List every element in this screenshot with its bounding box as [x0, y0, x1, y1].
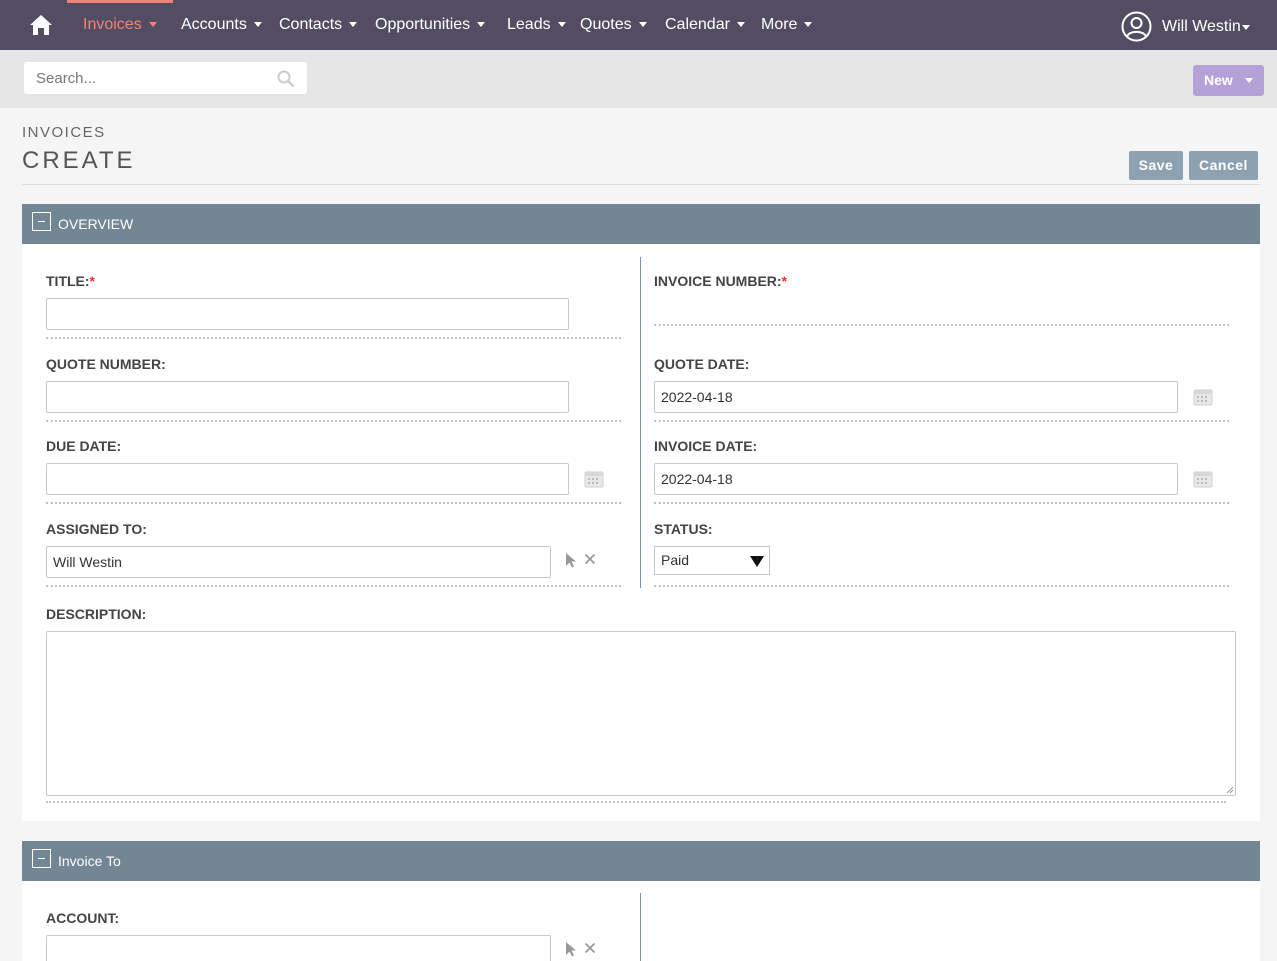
- user-name: Will Westin: [1162, 18, 1241, 35]
- invoice-to-panel-header[interactable]: Invoice To: [22, 841, 1260, 881]
- chevron-down-icon: [1245, 78, 1253, 83]
- assigned-to-label: ASSIGNED TO:: [46, 521, 147, 537]
- nav-item-quotes[interactable]: Quotes: [580, 0, 647, 50]
- top-navigation: Invoices Accounts Contacts Opportunities…: [0, 0, 1277, 50]
- chevron-down-icon: [349, 22, 358, 28]
- due-date-label: DUE DATE:: [46, 438, 122, 454]
- user-avatar-icon: [1121, 11, 1152, 42]
- calendar-icon[interactable]: [1193, 388, 1213, 406]
- chevron-down-icon: [736, 22, 745, 28]
- search-box: [24, 62, 307, 94]
- module-title: INVOICES: [22, 124, 106, 141]
- chevron-down-icon: [1242, 25, 1250, 30]
- status-label: STATUS:: [654, 521, 713, 537]
- field-separator: [654, 502, 1229, 504]
- field-separator: [46, 337, 621, 339]
- resize-grip-icon[interactable]: [1226, 786, 1234, 794]
- nav-item-leads[interactable]: Leads: [507, 0, 566, 50]
- title-divider: [22, 184, 1260, 185]
- page-title: CREATE: [22, 147, 136, 174]
- chevron-down-icon: [804, 22, 813, 28]
- overview-panel-header[interactable]: OVERVIEW: [22, 204, 1260, 244]
- description-textarea[interactable]: [46, 631, 1236, 796]
- new-button[interactable]: New: [1193, 65, 1264, 96]
- quote-number-input[interactable]: [46, 381, 569, 413]
- description-label: DESCRIPTION:: [46, 606, 147, 622]
- field-separator: [46, 801, 1226, 803]
- collapse-icon[interactable]: [32, 849, 51, 868]
- cancel-button[interactable]: Cancel: [1189, 151, 1258, 180]
- status-select[interactable]: Paid: [654, 546, 770, 575]
- calendar-icon[interactable]: [584, 470, 604, 488]
- quote-number-label: QUOTE NUMBER:: [46, 356, 166, 372]
- search-input[interactable]: [24, 62, 264, 94]
- search-bar: [0, 50, 1277, 108]
- dropdown-arrow-icon: [750, 556, 764, 567]
- nav-item-calendar[interactable]: Calendar: [665, 0, 745, 50]
- clear-icon[interactable]: [584, 553, 596, 565]
- nav-item-contacts[interactable]: Contacts: [279, 0, 358, 50]
- select-arrow-icon[interactable]: [564, 552, 578, 568]
- calendar-icon[interactable]: [1193, 470, 1213, 488]
- column-divider: [640, 893, 641, 961]
- invoice-date-label: INVOICE DATE:: [654, 438, 758, 454]
- chevron-down-icon: [638, 22, 647, 28]
- account-input[interactable]: [46, 935, 551, 961]
- field-separator: [654, 324, 1229, 326]
- column-divider: [640, 257, 641, 588]
- assigned-to-input[interactable]: [46, 546, 551, 578]
- invoice-number-label: INVOICE NUMBER:*: [654, 273, 788, 289]
- status-selected-value: Paid: [661, 552, 690, 568]
- field-separator: [46, 585, 621, 587]
- quote-date-input[interactable]: [654, 381, 1178, 413]
- nav-item-opportunities[interactable]: Opportunities: [375, 0, 486, 50]
- save-button[interactable]: Save: [1129, 151, 1183, 180]
- invoice-to-panel-title: Invoice To: [58, 853, 121, 869]
- field-separator: [654, 420, 1229, 422]
- chevron-down-icon: [148, 22, 157, 28]
- clear-icon[interactable]: [584, 942, 596, 954]
- field-separator: [46, 420, 621, 422]
- due-date-input[interactable]: [46, 463, 569, 495]
- quote-date-label: QUOTE DATE:: [654, 356, 750, 372]
- chevron-down-icon: [557, 22, 566, 28]
- field-separator: [654, 585, 1229, 587]
- invoice-date-input[interactable]: [654, 463, 1178, 495]
- home-icon[interactable]: [28, 13, 54, 37]
- chevron-down-icon: [253, 22, 262, 28]
- chevron-down-icon: [477, 22, 486, 28]
- title-input[interactable]: [46, 298, 569, 330]
- field-separator: [46, 502, 621, 504]
- account-label: ACCOUNT:: [46, 910, 120, 926]
- select-arrow-icon[interactable]: [564, 941, 578, 957]
- collapse-icon[interactable]: [32, 212, 51, 231]
- nav-item-accounts[interactable]: Accounts: [181, 0, 262, 50]
- search-icon[interactable]: [277, 70, 295, 88]
- title-label: TITLE:*: [46, 273, 95, 289]
- nav-item-more[interactable]: More: [761, 0, 813, 50]
- nav-item-invoices[interactable]: Invoices: [67, 0, 173, 50]
- overview-panel-title: OVERVIEW: [58, 216, 134, 232]
